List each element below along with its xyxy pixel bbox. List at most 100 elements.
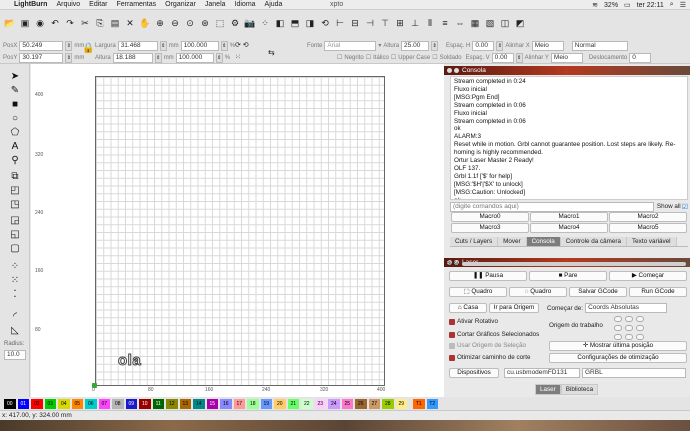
circular-array-icon[interactable]: ⁙ [9,274,21,286]
menu-app[interactable]: LightBurn [14,0,47,10]
align-middle-icon[interactable]: ⊞ [394,17,406,29]
corner-round-icon[interactable]: ◜ [9,310,21,322]
dispositivos-button[interactable]: Dispositivos [449,368,499,378]
window-controls-icon[interactable] [447,68,459,73]
color-swatch-12[interactable]: 12 [166,398,178,409]
console-command-input[interactable] [450,201,654,212]
color-swatch-02[interactable]: 02 [31,398,43,409]
soldado-checkbox[interactable]: ☐ [432,54,437,61]
color-swatch-04[interactable]: 04 [58,398,70,409]
align-center-icon[interactable]: ⊟ [349,17,361,29]
ungroup-icon[interactable]: ▧ [484,17,496,29]
origin-bottom-left[interactable] [614,334,622,340]
tab-texto-variavel[interactable]: Texto variável [627,237,677,246]
comecar-button[interactable]: ▶ Começar [609,271,687,281]
porta-select[interactable]: cu.usbmodemFD131 [504,368,580,378]
alinhx-select[interactable]: Meio [531,40,564,51]
ativar-rotativo-label[interactable]: Ativar Rotativo [457,318,498,325]
menu-organizar[interactable]: Organizar [165,0,196,10]
color-swatch-05[interactable]: 05 [71,398,83,409]
origin-center[interactable] [625,325,633,331]
copy-icon[interactable]: ⎘ [94,17,106,29]
espv-input[interactable]: 0.00 [491,52,514,63]
cut-icon[interactable]: ✂ [79,17,91,29]
menu-editar[interactable]: Editar [89,0,107,10]
grid-snap-icon[interactable]: ⁚ [9,288,21,300]
clock[interactable]: ter 22:11 [637,2,664,9]
menu-ajuda[interactable]: Ajuda [265,0,283,10]
corner-chamfer-icon[interactable]: ◺ [9,324,21,336]
dots-grid-icon[interactable]: ⁘ [259,17,271,29]
align-top-icon[interactable]: ⊤ [379,17,391,29]
origin-bottom-right[interactable] [636,334,644,340]
boolean-icon[interactable]: ◩ [514,17,526,29]
ellipse-icon[interactable]: ○ [9,112,21,124]
italico-checkbox[interactable]: ☐ [366,54,371,61]
color-swatch-t1[interactable]: T1 [413,398,425,409]
posy-input[interactable]: 30.197 [19,52,64,63]
altura2-input[interactable]: 25.00 [401,40,430,51]
color-swatch-00[interactable]: 00 [4,398,16,409]
zoom-out-icon[interactable]: ⊖ [169,17,181,29]
esph-stepper[interactable]: ⇕ [496,40,504,51]
distribute-v-icon[interactable]: ≡ [439,17,451,29]
color-swatch-29[interactable]: 29 [395,398,407,409]
color-swatch-21[interactable]: 21 [287,398,299,409]
break-apart-icon[interactable]: ▢ [9,242,21,254]
import-icon[interactable]: ◉ [34,17,46,29]
settings-icon[interactable]: ⚙ [229,17,241,29]
group-icon[interactable]: ▦ [469,17,481,29]
macro0-button[interactable]: Macro0 [451,212,529,222]
altura-stepper[interactable]: ⇕ [154,52,162,63]
tab-mover[interactable]: Mover [498,237,527,246]
negrito-checkbox[interactable]: ☐ [337,54,342,61]
color-swatch-28[interactable]: 28 [382,398,394,409]
undo-icon[interactable]: ↶ [49,17,61,29]
show-all-checkbox[interactable]: ☑ [682,203,688,211]
color-swatch-24[interactable]: 24 [328,398,340,409]
rotate-props-icon[interactable]: ⟳ ⟲ [235,41,249,49]
color-swatch-19[interactable]: 19 [260,398,272,409]
pen-icon[interactable]: ✎ [9,84,21,96]
subtract-icon[interactable]: ◲ [9,214,21,226]
origin-top-right[interactable] [636,316,644,322]
position-marker-icon[interactable]: ⚲ [9,154,21,166]
tab-consola[interactable]: Consola [526,237,561,246]
macro4-button[interactable]: Macro4 [530,223,608,233]
desloc-input[interactable]: 0 [629,52,652,63]
mirror-props-icon[interactable]: ⇆ [268,48,275,57]
search-icon[interactable]: ⌕ [670,1,674,9]
color-swatch-23[interactable]: 23 [314,398,326,409]
menu-janela[interactable]: Janela [205,0,226,10]
posx-input[interactable]: 50.249 [19,40,64,51]
device-select[interactable]: GRBL [582,368,686,378]
espv-stepper[interactable]: ⇕ [515,52,523,63]
color-swatch-11[interactable]: 11 [152,398,164,409]
origin-grid-icon[interactable]: ⁙ [235,53,241,61]
origin-top-left[interactable] [614,316,622,322]
origin-top-center[interactable] [625,316,633,322]
color-swatch-07[interactable]: 07 [98,398,110,409]
menu-ferramentas[interactable]: Ferramentas [116,0,156,10]
tab-cuts-layers[interactable]: Cuts / Layers [450,237,499,246]
origin-mid-right[interactable] [636,325,644,331]
color-swatch-10[interactable]: 10 [139,398,151,409]
largura-stepper[interactable]: ⇕ [159,40,167,51]
menu-arquivo[interactable]: Arquivo [56,0,80,10]
zoom-frame-icon[interactable]: ⊙ [184,17,196,29]
scale-x-stepper[interactable]: ⇕ [220,40,228,51]
posx-stepper[interactable]: ⇕ [65,40,73,51]
run-gcode-button[interactable]: Run GCode [629,287,687,297]
open-icon[interactable]: 📂 [4,17,16,29]
ir-origem-button[interactable]: Ir para Origem [489,303,539,313]
tab-laser[interactable]: Laser [535,384,561,395]
color-swatch-t2[interactable]: T2 [426,398,438,409]
rotate-icon[interactable]: ⟲ [319,17,331,29]
origin-mid-left[interactable] [614,325,622,331]
scale-y-stepper[interactable]: ⇕ [215,52,223,63]
align-right-icon[interactable]: ⊣ [364,17,376,29]
work-area-grid[interactable] [95,76,385,386]
color-swatch-09[interactable]: 09 [125,398,137,409]
camera-icon[interactable]: 📷 [244,17,256,29]
comecar-de-select[interactable]: Coords Absolutas [585,303,668,313]
